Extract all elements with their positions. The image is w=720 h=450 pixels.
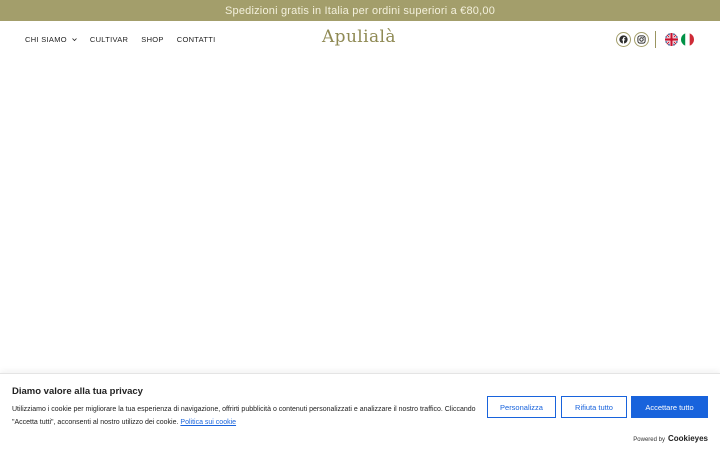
nav-item-label: CONTATTI — [176, 35, 216, 44]
header-divider — [655, 31, 656, 48]
cookie-consent-banner: Diamo valore alla tua privacy Utilizziam… — [0, 373, 720, 450]
cookie-title: Diamo valore alla tua privacy — [12, 386, 143, 397]
cookie-policy-link[interactable]: Politica sui cookie — [180, 419, 236, 426]
uk-flag-icon[interactable] — [665, 33, 678, 46]
accept-all-button[interactable]: Accettare tutto — [631, 396, 708, 418]
powered-by-label: Powered by — [633, 437, 665, 443]
instagram-icon[interactable] — [634, 32, 649, 47]
nav-item-shop[interactable]: SHOP — [141, 35, 163, 44]
italy-flag-icon[interactable] — [681, 33, 694, 46]
promo-bar: Spedizioni gratis in Italia per ordini s… — [0, 0, 720, 21]
nav-item-contatti[interactable]: CONTATTI — [177, 35, 216, 44]
promo-text: Spedizioni gratis in Italia per ordini s… — [224, 4, 496, 17]
nav-item-chi-siamo[interactable]: CHI SIAMO — [25, 35, 77, 44]
cookieyes-logo[interactable]: Cookieyes — [668, 434, 708, 443]
nav-item-label: CULTIVAR — [89, 35, 129, 44]
nav-item-label: SHOP — [141, 35, 164, 44]
main-nav: CHI SIAMO CULTIVAR SHOP CONTATTI — [25, 21, 229, 58]
facebook-icon[interactable] — [616, 32, 631, 47]
powered-by: Powered by Cookieyes — [633, 434, 708, 443]
site-logo[interactable]: Apulialà — [322, 27, 396, 47]
nav-item-cultivar[interactable]: CULTIVAR — [90, 35, 128, 44]
cookie-text: Utilizziamo i cookie per migliorare la t… — [12, 406, 476, 426]
nav-item-label: CHI SIAMO — [25, 35, 67, 44]
chevron-down-icon — [72, 38, 77, 42]
cookie-description: Utilizziamo i cookie per migliorare la t… — [12, 404, 477, 429]
customize-button[interactable]: Personalizza — [487, 396, 556, 418]
reject-all-button[interactable]: Rifiuta tutto — [561, 396, 627, 418]
site-header: CHI SIAMO CULTIVAR SHOP CONTATTI Apulial… — [0, 21, 720, 58]
header-actions — [616, 31, 694, 48]
